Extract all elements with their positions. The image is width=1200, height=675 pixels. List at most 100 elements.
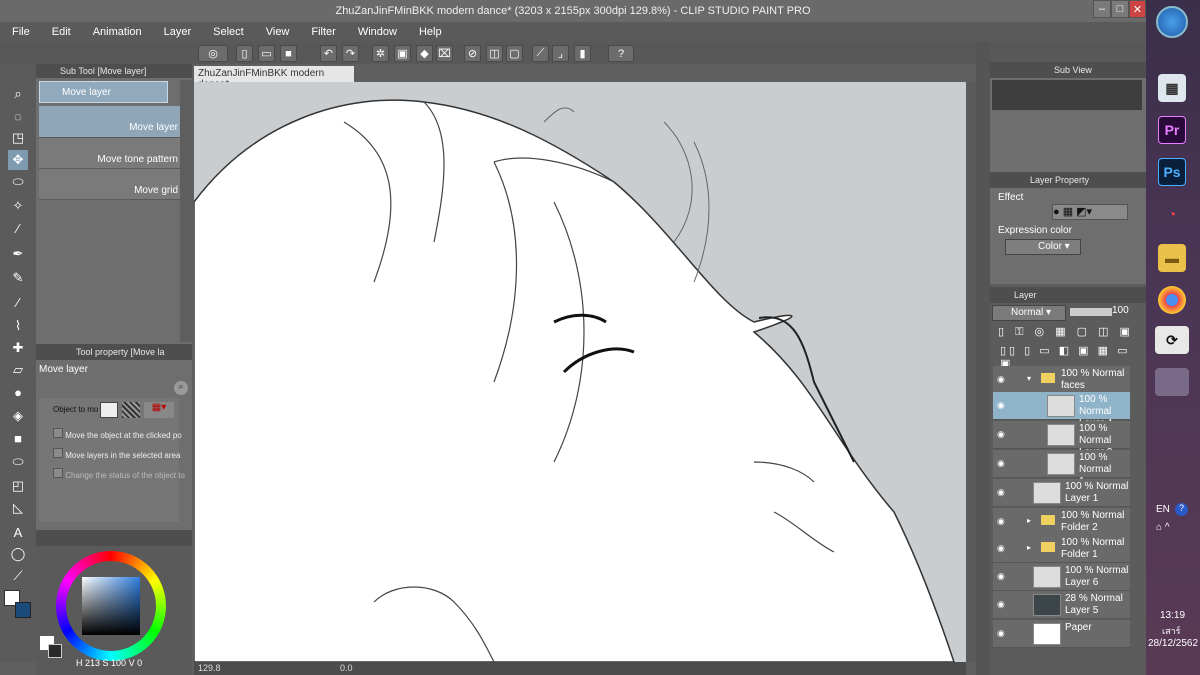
layer-actions-bar[interactable]: ▯▯ ▯ ▭ ◧ ▣ ▦ ▭ ▣ (1000, 344, 1140, 370)
fill-icon[interactable]: ◆ (416, 45, 433, 62)
expand-icon[interactable]: ▸ (1027, 516, 1031, 525)
layer-row[interactable]: ◉ Paper (993, 620, 1130, 648)
effect-buttons[interactable]: ● ▦ ◩▾ (1052, 204, 1128, 220)
maximize-button[interactable]: □ (1111, 0, 1129, 18)
chrome-active-icon[interactable] (1155, 368, 1189, 396)
eye-icon[interactable]: ◉ (997, 571, 1005, 582)
checkbox-icon[interactable] (53, 468, 63, 478)
layer-row[interactable]: ◉ ▸ 100 % Normal Folder 2 (993, 508, 1130, 536)
sub-color-mini[interactable] (48, 644, 62, 658)
color-saturation-square[interactable] (82, 577, 140, 635)
close-button[interactable]: ✕ (1129, 0, 1146, 18)
eye-icon[interactable]: ◉ (997, 628, 1005, 639)
clip-studio-icon[interactable]: ◎ (198, 45, 228, 62)
option-move-clicked[interactable]: Move the object at the clicked po (53, 428, 182, 440)
airbrush-icon[interactable]: ⌇ (8, 316, 28, 336)
frame-icon[interactable]: ◰ (8, 476, 28, 496)
menu-layer[interactable]: Layer (152, 26, 202, 38)
eraser-icon[interactable]: ▱ (8, 360, 28, 380)
start-button[interactable] (1156, 6, 1188, 38)
new-file-icon[interactable]: ▯ (236, 45, 253, 62)
sub-tool-item-move-layer[interactable]: Move layer (39, 106, 180, 138)
folder-icon[interactable]: ▬ (1158, 244, 1186, 272)
calculator-icon[interactable]: ▦ (1158, 74, 1186, 102)
save-icon[interactable]: ■ (280, 45, 297, 62)
pencil-icon[interactable]: ✎ (8, 268, 28, 288)
menu-view[interactable]: View (254, 26, 300, 38)
blend-mode-select[interactable]: Normal ▾ (992, 305, 1066, 321)
eye-icon[interactable]: ◉ (997, 487, 1005, 498)
snap-grid-icon[interactable]: ▮ (574, 45, 591, 62)
layer-row[interactable]: ◉ 28 % Normal Layer 5 (993, 591, 1130, 619)
app-icon[interactable]: ◔ (1158, 200, 1186, 228)
help-tray-icon[interactable]: ? (1175, 503, 1188, 516)
sub-tool-item-move-grid[interactable]: Move grid (39, 169, 180, 200)
ruler-icon[interactable]: ◺ (8, 498, 28, 518)
opacity-slider[interactable] (1070, 308, 1112, 316)
snap-special-ruler-icon[interactable]: ⌟ (552, 45, 569, 62)
language-indicator[interactable]: EN (1156, 504, 1170, 515)
eye-icon[interactable]: ◉ (997, 516, 1005, 527)
selection-icon[interactable]: ⬭ (8, 172, 28, 192)
layer-toolbar[interactable]: ▯ ⚿ ◎ ▦ ▢ ◫ ▣ (998, 325, 1138, 339)
expand-icon[interactable]: ▾ (1027, 374, 1031, 383)
premiere-icon[interactable]: Pr (1158, 116, 1186, 144)
redo-icon[interactable]: ↷ (342, 45, 359, 62)
opacity-value[interactable]: 100 (1112, 305, 1136, 319)
zoom-icon[interactable]: ⌕ (8, 84, 28, 104)
sub-tool-group-tab[interactable]: Move layer (39, 81, 168, 103)
layer-row[interactable]: ◉ ▸ 100 % Normal Folder 1 (993, 535, 1130, 563)
menu-help[interactable]: Help (407, 26, 452, 38)
sub-tool-scrollbar[interactable] (180, 80, 192, 342)
deselect-icon[interactable]: ⊘ (464, 45, 481, 62)
canvas-vertical-scrollbar[interactable] (966, 82, 976, 662)
eye-icon[interactable]: ◉ (997, 400, 1005, 411)
select-icon[interactable]: ▢ (506, 45, 523, 62)
auto-select-icon[interactable]: ✧ (8, 196, 28, 216)
transform-icon[interactable]: ⌧ (436, 45, 453, 62)
layer-row[interactable]: ◉100 % Normal1 (993, 450, 1130, 487)
clear-outside-icon[interactable]: ▣ (394, 45, 411, 62)
clear-icon[interactable]: ✲ (372, 45, 389, 62)
menu-filter[interactable]: Filter (299, 26, 345, 38)
blend-icon[interactable]: ● (8, 382, 28, 402)
brush-icon[interactable]: ⁄ (8, 292, 28, 312)
chrome-icon[interactable] (1158, 286, 1186, 314)
eye-icon[interactable]: ◉ (997, 429, 1005, 440)
snap-ruler-icon[interactable]: ⟋ (532, 45, 549, 62)
expression-color-select[interactable]: Color ▾ (1005, 239, 1081, 255)
fill-tool-icon[interactable]: ◈ (8, 406, 28, 426)
decoration-icon[interactable]: ✚ (8, 338, 28, 358)
layer-row[interactable]: ◉100 % NormalLayer 2 (993, 421, 1130, 458)
eye-icon[interactable]: ◉ (997, 599, 1005, 610)
object-layer-icon[interactable] (100, 402, 118, 418)
drawing-canvas[interactable] (194, 82, 966, 662)
search-icon[interactable]: ⌕ (174, 381, 188, 395)
tray-icons[interactable]: ⌂ ^ (1156, 522, 1170, 533)
layer-row[interactable]: ◉ ▾ 100 % Normal faces (993, 366, 1130, 394)
sub-color-swatch[interactable] (15, 602, 31, 618)
gradient-icon[interactable]: ■ (8, 428, 28, 448)
undo-icon[interactable]: ↶ (320, 45, 337, 62)
object-grid-icon[interactable]: ▦▾ (144, 402, 174, 418)
checkbox-icon[interactable] (53, 448, 63, 458)
menu-file[interactable]: File (0, 26, 40, 38)
menu-select[interactable]: Select (201, 26, 254, 38)
lasso-icon[interactable]: ◌ (8, 106, 28, 126)
sub-view-preview[interactable] (992, 80, 1142, 110)
text-icon[interactable]: A (8, 522, 28, 542)
menu-window[interactable]: Window (346, 26, 407, 38)
help-icon[interactable]: ? (608, 45, 634, 62)
move-layer-tool-icon[interactable]: ✥ (8, 150, 28, 170)
eye-icon[interactable]: ◉ (997, 458, 1005, 469)
object-tone-icon[interactable] (122, 402, 140, 418)
dock-separator[interactable] (976, 42, 990, 675)
document-tab[interactable]: ZhuZanJinFMinBKK modern dance* (194, 66, 354, 90)
invert-selection-icon[interactable]: ◫ (486, 45, 503, 62)
eye-icon[interactable]: ◉ (997, 374, 1005, 385)
sub-tool-item-move-tone[interactable]: Move tone pattern (39, 138, 180, 169)
eye-icon[interactable]: ◉ (997, 543, 1005, 554)
layer-row[interactable]: ◉ 100 % Normal Layer 6 (993, 563, 1130, 591)
balloon-icon[interactable]: ◯ (8, 544, 28, 564)
expand-icon[interactable]: ▸ (1027, 543, 1031, 552)
